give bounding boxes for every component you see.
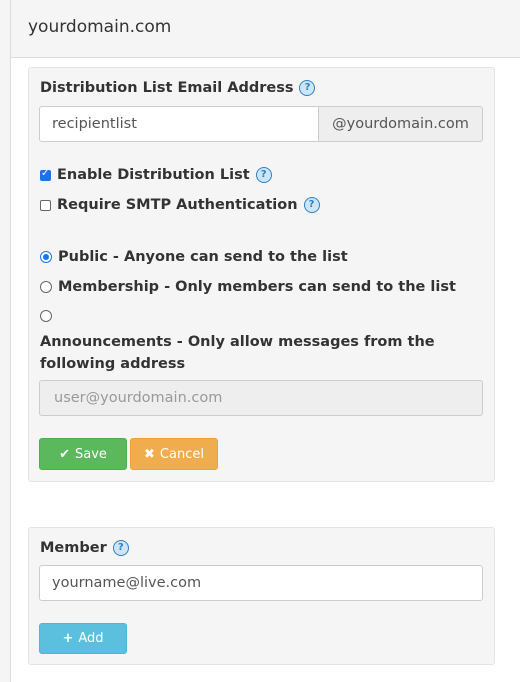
distribution-email-group: recipientlist @yourdomain.com xyxy=(39,106,483,142)
member-label: Member? xyxy=(40,540,129,556)
radio-unselected[interactable] xyxy=(40,310,52,322)
radio-unselected[interactable] xyxy=(40,281,52,293)
domain-suffix-addon: @yourdomain.com xyxy=(319,106,483,142)
add-member-button[interactable]: + Add xyxy=(39,623,127,654)
domain-panel: yourdomain.com Distribution List Email A… xyxy=(10,0,520,682)
help-icon[interactable]: ? xyxy=(112,540,129,556)
enable-distribution-checkbox[interactable]: Enable Distribution List ? xyxy=(40,167,272,183)
plus-icon: + xyxy=(62,631,74,646)
help-icon[interactable]: ? xyxy=(303,197,320,213)
radio-announcements[interactable] xyxy=(40,310,58,322)
distribution-email-input[interactable]: recipientlist xyxy=(39,106,319,142)
cancel-button[interactable]: ✖ Cancel xyxy=(130,438,218,470)
member-form: Member? yourname@live.com + Add xyxy=(28,527,495,665)
times-icon: ✖ xyxy=(144,446,155,462)
member-email-input[interactable]: yourname@live.com xyxy=(39,565,483,601)
distribution-email-label: Distribution List Email Address? xyxy=(40,80,316,96)
checkbox-unchecked[interactable] xyxy=(40,199,51,211)
check-icon: ✔ xyxy=(59,446,70,462)
announcement-address-input[interactable]: user@yourdomain.com xyxy=(39,380,483,416)
domain-title: yourdomain.com xyxy=(28,17,172,37)
radio-public[interactable]: Public - Anyone can send to the list xyxy=(40,249,348,265)
radio-selected[interactable] xyxy=(40,251,52,263)
checkbox-checked[interactable] xyxy=(40,168,51,181)
panel-heading: yourdomain.com xyxy=(11,0,520,58)
help-icon[interactable]: ? xyxy=(299,80,316,96)
radio-membership[interactable]: Membership - Only members can send to th… xyxy=(40,279,456,295)
save-button[interactable]: ✔ Save xyxy=(39,438,127,470)
require-smtp-checkbox[interactable]: Require SMTP Authentication ? xyxy=(40,197,320,213)
distribution-list-form: Distribution List Email Address? recipie… xyxy=(28,67,495,482)
radio-announcements-label: Announcements - Only allow messages from… xyxy=(40,334,435,372)
help-icon[interactable]: ? xyxy=(255,167,272,183)
